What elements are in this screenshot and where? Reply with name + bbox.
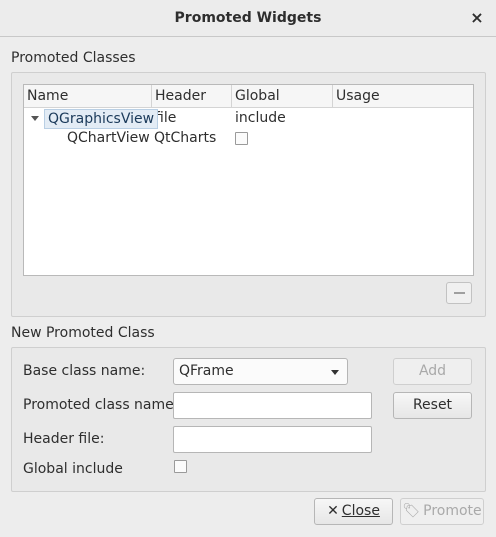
column-header-header-file[interactable]: Header file (152, 85, 232, 126)
promoted-class-label: Promoted class name: (23, 397, 179, 413)
base-class-label: Base class name: (23, 363, 146, 379)
promoted-classes-heading: Promoted Classes (11, 50, 136, 66)
close-window-icon[interactable]: × (468, 8, 486, 28)
title-bar: Promoted Widgets × (0, 0, 496, 37)
tree-row-child[interactable]: QChartView QtCharts (24, 128, 473, 148)
global-include-label: Global include (23, 461, 123, 477)
promote-button[interactable]: 🏷 Promote (400, 498, 484, 525)
close-button-label: Close (341, 503, 380, 519)
column-header-usage[interactable]: Usage (333, 85, 473, 107)
new-promoted-class-heading: New Promoted Class (11, 325, 155, 341)
promoted-classes-tree[interactable]: Name Header file Global include Usage QG… (23, 84, 474, 276)
header-file-input[interactable] (173, 426, 372, 453)
header-file-label: Header file: (23, 431, 105, 447)
remove-class-button[interactable] (446, 282, 472, 304)
promoted-class-input[interactable] (173, 392, 372, 419)
base-class-value: QFrame (179, 363, 234, 379)
base-class-combo[interactable]: QFrame (173, 358, 348, 385)
column-header-global-include[interactable]: Global include (232, 85, 333, 126)
global-include-checkbox-row[interactable] (235, 132, 248, 145)
chevron-down-icon (331, 370, 339, 375)
tree-row-parent[interactable]: QGraphicsView (24, 109, 473, 129)
global-include-checkbox[interactable] (174, 460, 187, 473)
minus-icon (454, 292, 465, 294)
close-button[interactable]: ✕ Close (314, 498, 393, 525)
promote-button-label: Promote (423, 503, 482, 519)
tree-header: Name Header file Global include Usage (24, 85, 473, 126)
add-button[interactable]: Add (393, 358, 472, 385)
class-name-cell[interactable]: QChartView (67, 128, 150, 148)
column-header-name[interactable]: Name (24, 85, 152, 107)
x-icon: ✕ (327, 503, 339, 519)
header-file-cell[interactable]: QtCharts (154, 128, 216, 148)
expand-arrow-icon[interactable] (31, 116, 39, 121)
reset-button[interactable]: Reset (393, 392, 472, 419)
parent-class-name[interactable]: QGraphicsView (44, 109, 159, 129)
tag-icon: 🏷 (402, 503, 421, 519)
window-title: Promoted Widgets (174, 10, 322, 26)
